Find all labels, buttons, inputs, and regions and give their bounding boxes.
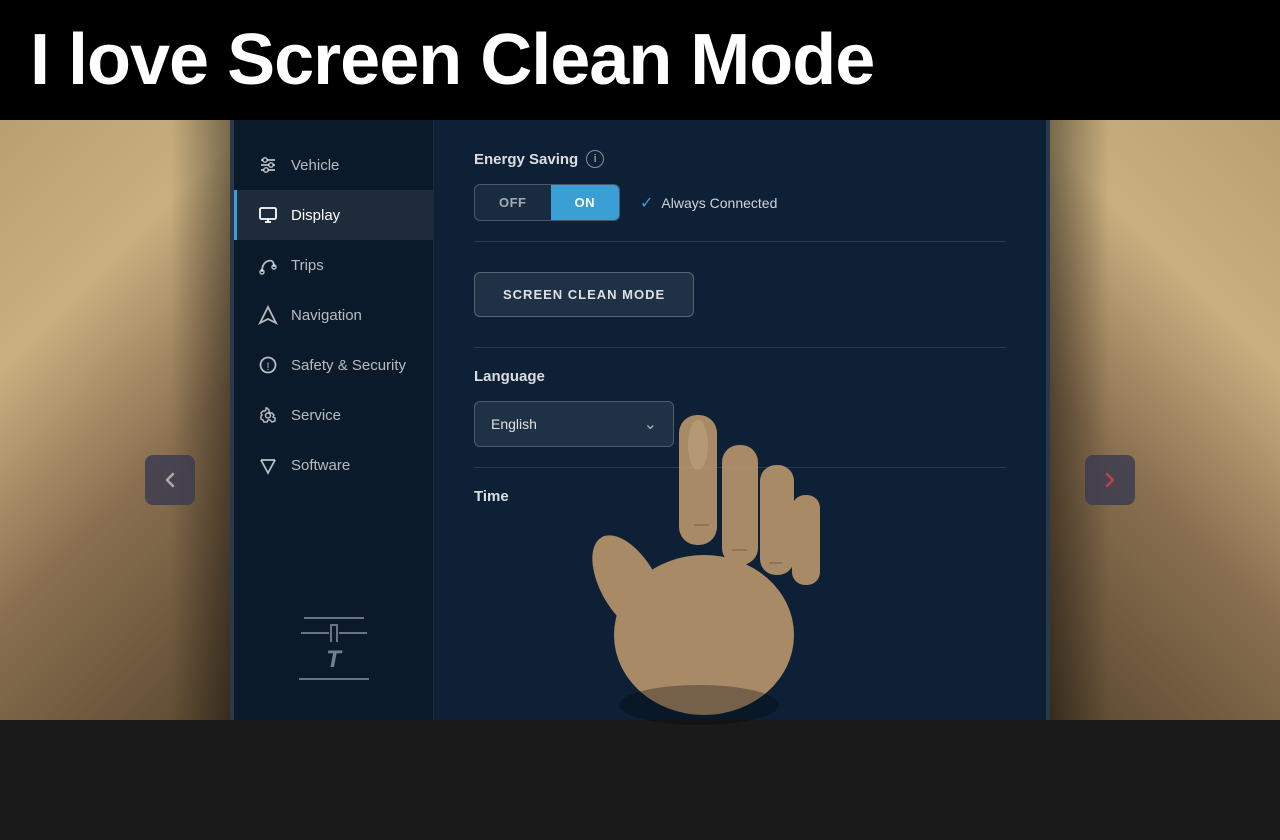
language-selected-value: English — [491, 416, 537, 432]
sidebar-item-label-navigation: Navigation — [291, 307, 362, 324]
sidebar-item-safety-security[interactable]: ! Safety & Security — [234, 340, 433, 390]
energy-toggle-row: OFF ON ✓ Always Connected — [474, 184, 1006, 221]
energy-saving-info-icon[interactable]: i — [586, 150, 604, 168]
chevron-down-icon: ⌄ — [644, 414, 657, 434]
energy-saving-label: Energy Saving i — [474, 150, 1006, 168]
language-section: Language English ⌄ — [474, 368, 1006, 447]
sidebar-item-software[interactable]: Software — [234, 440, 433, 490]
right-arrow-button[interactable] — [1085, 455, 1135, 505]
main-content: Energy Saving i OFF ON ✓ Always Connecte… — [434, 120, 1046, 720]
sidebar-item-trips[interactable]: Trips — [234, 240, 433, 290]
sidebar: Vehicle Display — [234, 120, 434, 720]
divider-2 — [474, 347, 1006, 348]
service-icon — [257, 404, 279, 426]
divider-1 — [474, 241, 1006, 242]
left-arrow-area — [140, 120, 200, 840]
svg-text:!: ! — [266, 361, 269, 373]
time-section: Time — [474, 488, 1006, 505]
tesla-screen: Vehicle Display — [230, 120, 1050, 720]
sidebar-item-label-service: Service — [291, 407, 341, 424]
language-dropdown[interactable]: English ⌄ — [474, 401, 674, 447]
sidebar-item-service[interactable]: Service — [234, 390, 433, 440]
energy-on-button[interactable]: ON — [551, 185, 620, 220]
sidebar-item-label-display: Display — [291, 207, 340, 224]
time-label: Time — [474, 488, 1006, 505]
sidebar-item-display[interactable]: Display — [234, 190, 433, 240]
energy-toggle-group: OFF ON — [474, 184, 620, 221]
left-arrow-button[interactable] — [145, 455, 195, 505]
energy-saving-section: Energy Saving i OFF ON ✓ Always Connecte… — [474, 150, 1006, 221]
display-icon — [257, 204, 279, 226]
energy-off-button[interactable]: OFF — [475, 185, 551, 220]
top-bar: I love Screen Clean Mode — [0, 0, 1280, 120]
screen-clean-mode-button[interactable]: SCREEN CLEAN MODE — [474, 272, 694, 317]
sidebar-item-navigation[interactable]: Navigation — [234, 290, 433, 340]
sidebar-item-vehicle[interactable]: Vehicle — [234, 140, 433, 190]
trips-icon — [257, 254, 279, 276]
always-connected: ✓ Always Connected — [640, 193, 777, 213]
tesla-logo-area: T — [234, 597, 433, 700]
sliders-icon — [257, 154, 279, 176]
right-arrow-area — [1080, 120, 1140, 840]
check-icon: ✓ — [640, 193, 653, 213]
language-label: Language — [474, 368, 1006, 385]
sidebar-item-label-safety: Safety & Security — [291, 357, 406, 374]
navigation-icon — [257, 304, 279, 326]
screen-clean-section: SCREEN CLEAN MODE — [474, 262, 1006, 327]
sidebar-item-label-software: Software — [291, 457, 350, 474]
software-icon — [257, 454, 279, 476]
divider-3 — [474, 467, 1006, 468]
sidebar-item-label-trips: Trips — [291, 257, 324, 274]
page-title: I love Screen Clean Mode — [30, 19, 874, 101]
sidebar-item-label-vehicle: Vehicle — [291, 157, 339, 174]
safety-icon: ! — [257, 354, 279, 376]
